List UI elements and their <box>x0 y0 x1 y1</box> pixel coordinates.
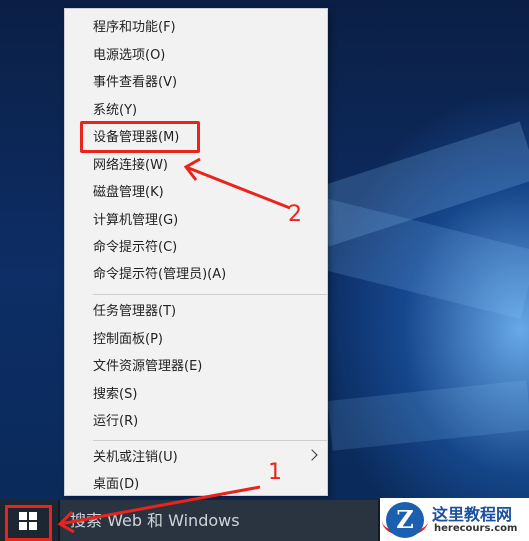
menu-item-power-options[interactable]: 电源选项(O) <box>93 43 165 69</box>
menu-item-command-prompt[interactable]: 命令提示符(C) <box>93 235 177 261</box>
menu-item-search[interactable]: 搜索(S) <box>93 382 137 408</box>
taskbar-search-box[interactable]: 搜索 Web 和 Windows <box>60 500 378 541</box>
search-placeholder: 搜索 Web 和 Windows <box>70 511 240 530</box>
menu-item-task-manager[interactable]: 任务管理器(T) <box>93 299 176 325</box>
menu-separator <box>93 440 327 441</box>
chevron-right-icon <box>306 449 318 461</box>
menu-item-network-connections[interactable]: 网络连接(W) <box>93 153 168 179</box>
menu-item-file-explorer[interactable]: 文件资源管理器(E) <box>93 354 202 380</box>
menu-item-disk-management[interactable]: 磁盘管理(K) <box>93 180 164 206</box>
menu-item-desktop[interactable]: 桌面(D) <box>93 472 139 498</box>
menu-item-run[interactable]: 运行(R) <box>93 409 138 435</box>
winx-context-menu: 程序和功能(F) 电源选项(O) 事件查看器(V) 系统(Y) 设备管理器(M)… <box>64 8 328 496</box>
watermark-site-url: herecours.com <box>434 523 518 534</box>
annotation-number-1: 1 <box>268 460 282 485</box>
annotation-number-2: 2 <box>288 202 302 227</box>
wallpaper-light-beam <box>327 380 529 451</box>
menu-item-control-panel[interactable]: 控制面板(P) <box>93 327 163 353</box>
device-manager-highlight-box <box>80 121 200 153</box>
watermark-logo: Z 这里教程网 herecours.com <box>380 498 529 541</box>
menu-item-programs-features[interactable]: 程序和功能(F) <box>93 15 176 41</box>
menu-item-command-prompt-admin[interactable]: 命令提示符(管理员)(A) <box>93 262 226 288</box>
start-button-highlight-box <box>5 505 52 541</box>
watermark-site-name: 这里教程网 <box>432 505 513 524</box>
menu-item-event-viewer[interactable]: 事件查看器(V) <box>93 70 177 96</box>
menu-item-shutdown-signout[interactable]: 关机或注销(U) <box>93 445 178 471</box>
watermark-z-icon: Z <box>386 502 424 538</box>
menu-separator <box>93 294 327 295</box>
menu-item-computer-management[interactable]: 计算机管理(G) <box>93 208 178 234</box>
